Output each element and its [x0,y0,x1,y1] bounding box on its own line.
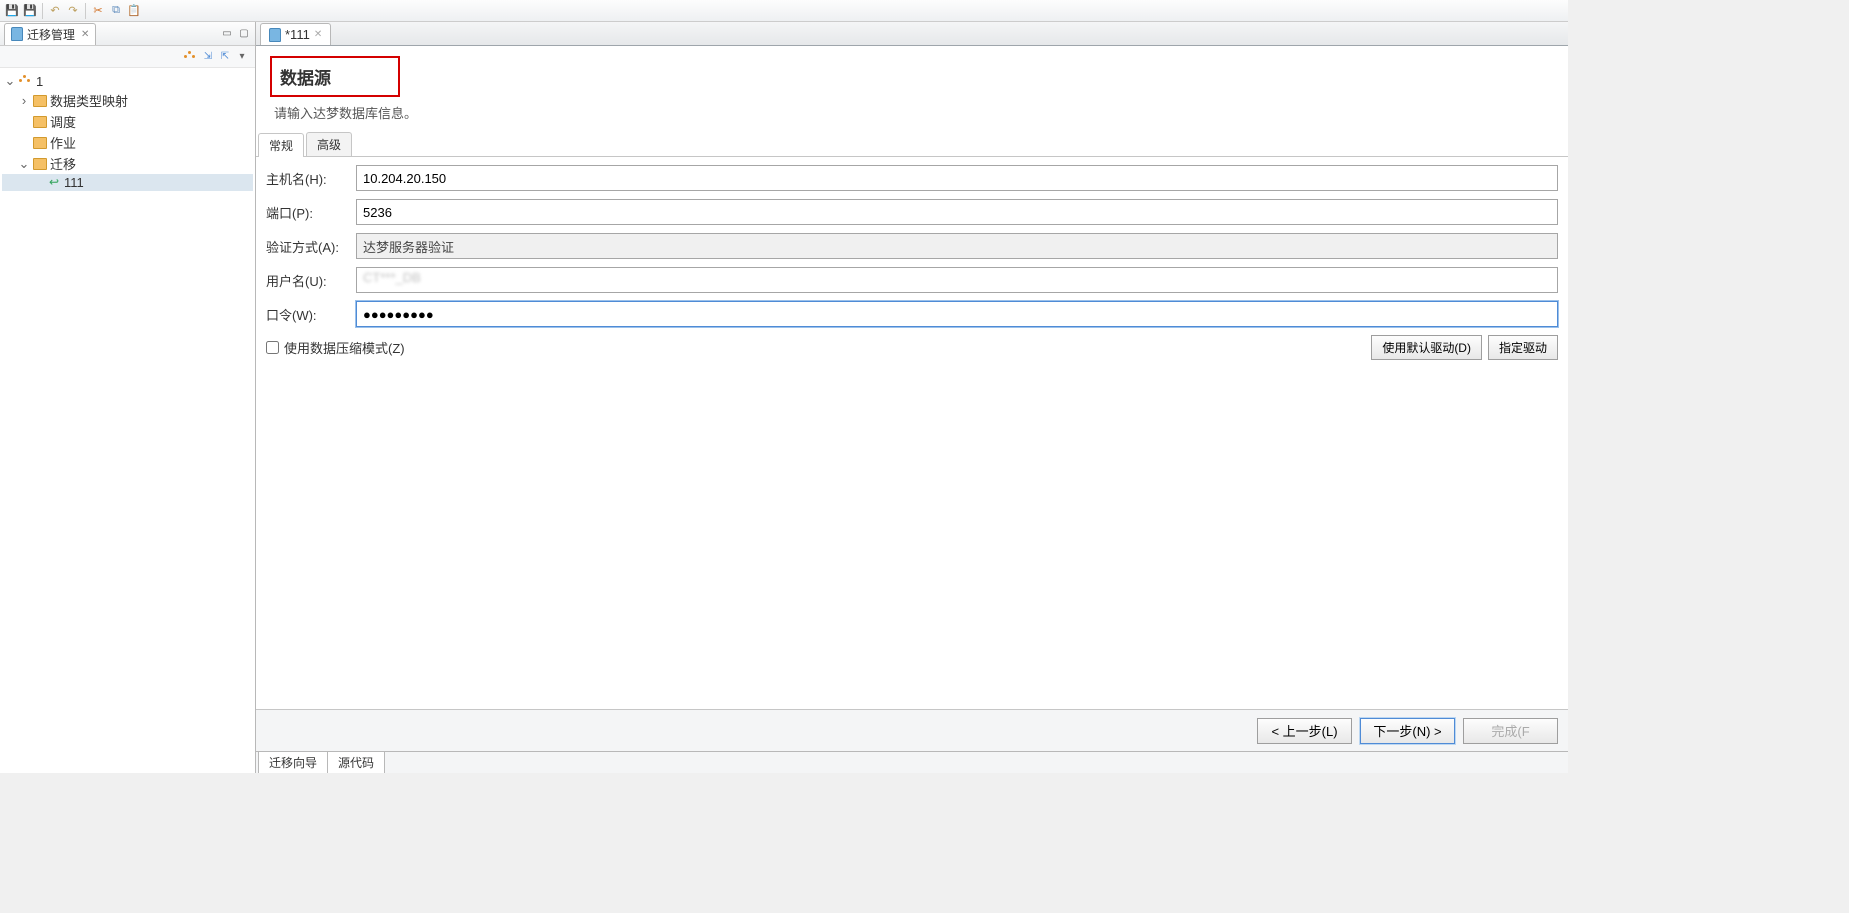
bottom-tab-row: 迁移向导 源代码 [256,751,1568,773]
host-input[interactable] [356,165,1558,191]
page-title: 数据源 [270,56,400,97]
tree-item-datatype[interactable]: › 数据类型映射 [2,90,253,111]
folder-icon [33,158,47,170]
tab-source[interactable]: 源代码 [327,752,385,773]
editor-panel: *111 ✕ 数据源 请输入达梦数据库信息。 常规 高级 主机名(H): [256,22,1568,773]
maximize-icon[interactable]: ▢ [237,27,251,41]
app-toolbar: 💾 💾 ↶ ↷ ✂ ⧉ 📋 [0,0,1568,22]
migration-manager-panel: 迁移管理 ✕ ▭ ▢ ⇲ ⇱ ▾ ⌄ 1 [0,22,256,773]
tree-label: 数据类型映射 [50,91,128,110]
folder-icon [33,95,47,107]
port-input[interactable] [356,199,1558,225]
tree-item-migration[interactable]: ⌄ 迁移 [2,153,253,174]
redo-icon[interactable]: ↷ [65,3,81,19]
separator [85,3,86,19]
cluster-toolbar-icon[interactable] [184,50,198,64]
auth-label: 验证方式(A): [266,237,356,256]
paste-icon[interactable]: 📋 [126,3,142,19]
wizard-button-bar: < 上一步(L) 下一步(N) > 完成(F [256,709,1568,751]
tab-advanced[interactable]: 高级 [306,132,352,156]
tree-label: 作业 [50,133,76,152]
cluster-icon [19,75,33,87]
tree-item-job[interactable]: 作业 [2,132,253,153]
left-panel-tab[interactable]: 迁移管理 ✕ [4,23,96,45]
import-icon[interactable]: ⇲ [201,50,215,64]
editor-tab-label: *111 [285,27,310,42]
undo-icon[interactable]: ↶ [47,3,63,19]
finish-button: 完成(F [1463,718,1558,744]
save-all-icon[interactable]: 💾 [22,3,38,19]
menu-icon[interactable]: ▾ [235,50,249,64]
username-input[interactable]: CT***_DB [356,267,1558,293]
tree-root[interactable]: ⌄ 1 [2,72,253,90]
editor-tab[interactable]: *111 ✕ [260,23,331,45]
compress-label: 使用数据压缩模式(Z) [284,338,405,357]
close-icon[interactable]: ✕ [314,29,322,40]
copy-icon[interactable]: ⧉ [108,3,124,19]
panel-icon [11,27,23,41]
inner-tab-row: 常规 高级 [256,132,1568,157]
specify-driver-button[interactable]: 指定驱动 [1488,335,1558,360]
default-driver-button[interactable]: 使用默认驱动(D) [1371,335,1482,360]
cut-icon[interactable]: ✂ [90,3,106,19]
pwd-label: 口令(W): [266,305,356,324]
separator [42,3,43,19]
auth-select[interactable] [356,233,1558,259]
compress-checkbox-input[interactable] [266,341,279,354]
minimize-icon[interactable]: ▭ [220,27,234,41]
next-button[interactable]: 下一步(N) > [1360,718,1455,744]
tree-item-schedule[interactable]: 调度 [2,111,253,132]
close-icon[interactable]: ✕ [81,29,89,40]
prev-button[interactable]: < 上一步(L) [1257,718,1352,744]
left-panel-title: 迁移管理 [27,26,75,43]
db-icon [269,28,281,42]
tab-general[interactable]: 常规 [258,133,304,157]
export-icon[interactable]: ⇱ [218,50,232,64]
tab-wizard[interactable]: 迁移向导 [258,752,328,773]
password-input[interactable] [356,301,1558,327]
left-toolbox: ⇲ ⇱ ▾ [0,46,255,68]
migration-item-icon [49,177,61,189]
save-icon[interactable]: 💾 [4,3,20,19]
folder-icon [33,116,47,128]
page-subtitle: 请输入达梦数据库信息。 [274,103,1554,122]
tree-label: 迁移 [50,154,76,173]
project-tree: ⌄ 1 › 数据类型映射 调度 作业 ⌄ 迁移 [0,68,255,773]
compress-checkbox[interactable]: 使用数据压缩模式(Z) [266,338,405,357]
port-label: 端口(P): [266,203,356,222]
tree-label: 调度 [50,112,76,131]
tree-root-label: 1 [36,74,43,89]
user-label: 用户名(U): [266,271,356,290]
folder-icon [33,137,47,149]
tree-label: 111 [64,175,84,190]
tree-item-111[interactable]: 111 [2,174,253,191]
host-label: 主机名(H): [266,169,356,188]
